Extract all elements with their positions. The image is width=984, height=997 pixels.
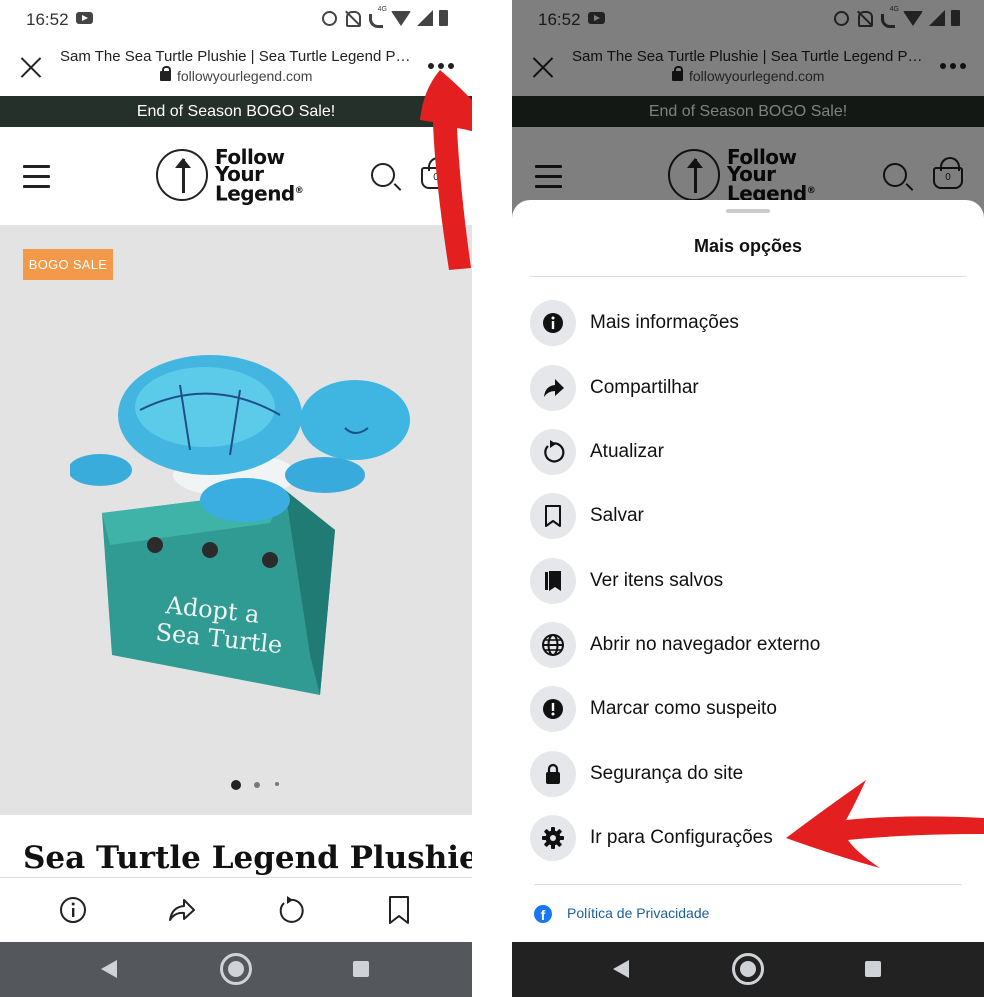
info-outline-icon[interactable] bbox=[58, 895, 88, 925]
divider bbox=[534, 884, 962, 885]
close-icon[interactable] bbox=[19, 55, 43, 79]
menu-item-report-suspicious[interactable]: Marcar como suspeito bbox=[512, 680, 984, 738]
wifi-icon bbox=[391, 10, 411, 26]
more-options-button[interactable] bbox=[428, 56, 458, 76]
nav-recents-icon[interactable] bbox=[865, 961, 881, 977]
menu-item-refresh[interactable]: Atualizar bbox=[512, 423, 984, 481]
bell-off-icon bbox=[343, 9, 361, 27]
menu-label: Compartilhar bbox=[590, 377, 699, 398]
menu-item-save[interactable]: Salvar bbox=[512, 487, 984, 545]
alert-icon bbox=[530, 686, 576, 732]
carousel-dot-active[interactable] bbox=[231, 780, 241, 790]
menu-label: Segurança do site bbox=[590, 763, 744, 784]
sheet-title: Mais opções bbox=[693, 236, 803, 256]
nav-home-icon[interactable] bbox=[220, 953, 252, 985]
signal-icon bbox=[417, 10, 433, 26]
nav-home-icon[interactable] bbox=[732, 953, 764, 985]
status-time: 16:52 bbox=[26, 10, 69, 29]
logo-tree-icon[interactable] bbox=[156, 149, 208, 201]
menu-item-site-security[interactable]: Segurança do site bbox=[512, 745, 984, 803]
facebook-icon: f bbox=[534, 905, 552, 923]
more-options-sheet: Mais opções Mais informações Compartilha… bbox=[512, 200, 984, 942]
nav-back-icon[interactable] bbox=[613, 960, 629, 978]
privacy-policy-label: Política de Privacidade bbox=[567, 905, 710, 921]
menu-label: Ver itens salvos bbox=[590, 570, 724, 591]
menu-label: Salvar bbox=[590, 505, 644, 526]
site-logo[interactable]: Follow Your Legend® bbox=[215, 147, 325, 206]
bookmark-icon bbox=[530, 493, 576, 539]
nav-back-icon[interactable] bbox=[101, 960, 117, 978]
globe-icon bbox=[530, 622, 576, 668]
youtube-icon bbox=[76, 12, 93, 24]
menu-item-more-info[interactable]: Mais informações bbox=[512, 294, 984, 352]
bookmark-outline-icon[interactable] bbox=[384, 895, 414, 925]
share-icon bbox=[530, 365, 576, 411]
promo-banner[interactable]: End of Season BOGO Sale! bbox=[0, 96, 472, 127]
gear-icon bbox=[530, 815, 576, 861]
cart-count: 0 bbox=[433, 172, 439, 183]
lock-icon bbox=[530, 751, 576, 797]
menu-label: Ir para Configurações bbox=[590, 827, 773, 848]
right-screen: 16:52 Sam The Sea Turtle Plushie | Sea T… bbox=[512, 0, 984, 997]
carousel-dot[interactable] bbox=[275, 782, 279, 786]
menu-icon[interactable] bbox=[23, 165, 50, 188]
system-nav-bar bbox=[0, 942, 472, 997]
status-icons bbox=[322, 6, 448, 28]
refresh-outline-icon[interactable] bbox=[275, 895, 305, 925]
page-url: followyourlegend.com bbox=[177, 68, 313, 84]
logo-line-3: Legend® bbox=[215, 181, 325, 206]
logo-line-3-text: Legend bbox=[215, 181, 295, 206]
battery-icon bbox=[439, 10, 448, 26]
product-gallery[interactable]: BOGO SALE Adopt a Sea Turtle bbox=[0, 225, 472, 815]
menu-label: Abrir no navegador externo bbox=[590, 634, 821, 655]
system-nav-bar bbox=[512, 942, 984, 997]
menu-item-open-external[interactable]: Abrir no navegador externo bbox=[512, 616, 984, 674]
product-title: Sea Turtle Legend Plushie bbox=[23, 840, 472, 876]
menu-label: Marcar como suspeito bbox=[590, 698, 777, 719]
menu-item-share[interactable]: Compartilhar bbox=[512, 359, 984, 417]
logo-registered-mark: ® bbox=[294, 186, 304, 196]
menu-label: Atualizar bbox=[590, 441, 664, 462]
nav-recents-icon[interactable] bbox=[353, 961, 369, 977]
product-image: Adopt a Sea Turtle bbox=[70, 355, 410, 695]
page-title: Sam The Sea Turtle Plushie | Sea Turtle … bbox=[60, 48, 412, 65]
share-outline-icon[interactable] bbox=[166, 895, 196, 925]
volte-call-icon bbox=[367, 6, 387, 28]
lock-icon bbox=[160, 66, 171, 81]
left-screen: 16:52 Sam The Sea Turtle Plushie | Sea T… bbox=[0, 0, 472, 997]
status-bar: 16:52 bbox=[0, 0, 472, 38]
carousel-indicator[interactable] bbox=[0, 780, 472, 792]
sheet-drag-handle[interactable] bbox=[726, 209, 770, 213]
alarm-icon bbox=[322, 10, 337, 26]
divider bbox=[530, 276, 966, 277]
in-app-browser-bar: Sam The Sea Turtle Plushie | Sea Turtle … bbox=[0, 38, 472, 96]
refresh-icon bbox=[530, 429, 576, 475]
saved-items-icon bbox=[530, 558, 576, 604]
menu-item-settings[interactable]: Ir para Configurações bbox=[512, 809, 984, 867]
search-icon[interactable] bbox=[371, 163, 395, 187]
browser-toolbar bbox=[0, 877, 472, 942]
carousel-dot[interactable] bbox=[254, 782, 260, 788]
cart-icon[interactable]: 0 bbox=[421, 157, 451, 189]
info-icon bbox=[530, 300, 576, 346]
menu-item-saved-items[interactable]: Ver itens salvos bbox=[512, 552, 984, 610]
menu-label: Mais informações bbox=[590, 312, 739, 333]
sale-badge: BOGO SALE bbox=[23, 249, 113, 280]
site-header: Follow Your Legend® 0 bbox=[0, 127, 472, 225]
